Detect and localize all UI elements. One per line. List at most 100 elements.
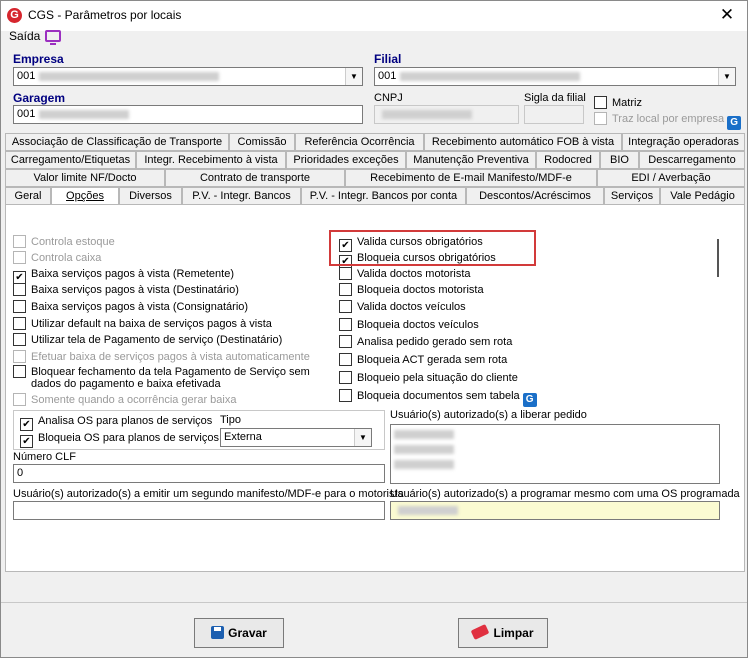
monitor-icon[interactable] (45, 30, 61, 45)
tab-integracao-operadoras[interactable]: Integração operadoras (622, 133, 745, 151)
bloqueia-doctos-motorista-checkbox[interactable]: Bloqueia doctos motorista (339, 283, 484, 297)
tab-manutencao[interactable]: Manutenção Preventiva (406, 151, 536, 169)
checkbox-box[interactable] (339, 353, 352, 366)
option-label: Bloqueia documentos sem tabela (357, 390, 520, 402)
checkbox-box[interactable] (13, 350, 26, 363)
controla-estoque-checkbox[interactable]: Controla estoque (13, 235, 115, 249)
tab-recebimento-fob[interactable]: Recebimento automático FOB à vista (424, 133, 622, 151)
tab-prioridades[interactable]: Prioridades exceções (286, 151, 406, 169)
checkbox-box[interactable] (13, 235, 26, 248)
numero-clf-input[interactable]: 0 (13, 464, 385, 483)
scrollbar-thumb[interactable] (717, 239, 719, 277)
baixa-consignatario-checkbox[interactable]: Baixa serviços pagos à vista (Consignatá… (13, 300, 248, 314)
tab-pv-bancos-conta[interactable]: P.V. - Integr. Bancos por conta (301, 187, 466, 205)
menu-saida[interactable]: Saída (9, 29, 40, 43)
usuarios-liberar-list[interactable] (390, 424, 720, 484)
segundo-manifesto-input[interactable] (13, 501, 385, 520)
g-help-icon[interactable]: G (522, 393, 537, 407)
baixa-remetente-checkbox[interactable]: ✔ Baixa serviços pagos à vista (Remetente… (13, 267, 234, 284)
tab-descarregamento[interactable]: Descarregamento (639, 151, 745, 169)
garagem-label: Garagem (13, 91, 66, 105)
checkbox-box[interactable] (13, 283, 26, 296)
traz-local-checkbox[interactable]: Traz local por empresa G (594, 112, 742, 130)
tab-contrato[interactable]: Contrato de transporte (165, 169, 345, 187)
checkmark-icon[interactable]: ✔ (20, 435, 33, 448)
option-label: Somente quando a ocorrência gerar baixa (31, 394, 237, 406)
floppy-disk-icon (211, 626, 225, 639)
tab-valor-limite[interactable]: Valor limite NF/Docto (5, 169, 165, 187)
checkbox-box[interactable] (339, 318, 352, 331)
option-label: Baixa serviços pagos à vista (Remetente) (31, 268, 234, 280)
tab-associacao[interactable]: Associação de Classificação de Transport… (5, 133, 229, 151)
tab-rodocred[interactable]: Rodocred (536, 151, 600, 169)
checkbox-box[interactable] (594, 112, 607, 125)
analisa-pedido-checkbox[interactable]: Analisa pedido gerado sem rota (339, 335, 512, 349)
bloquear-fechamento-checkbox[interactable]: Bloquear fechamento da tela Pagamento de… (13, 365, 310, 379)
redacted-entry (394, 430, 454, 439)
utilizar-tela-pagamento-checkbox[interactable]: Utilizar tela de Pagamento de serviço (D… (13, 333, 282, 347)
close-button[interactable]: ✕ (707, 1, 747, 31)
valida-doctos-veiculos-checkbox[interactable]: Valida doctos veículos (339, 300, 466, 314)
tab-referencia[interactable]: Referência Ocorrência (295, 133, 424, 151)
bloqueia-os-checkbox[interactable]: ✔ Bloqueia OS para planos de serviços (20, 431, 219, 448)
checkbox-box[interactable] (13, 333, 26, 346)
bloqueia-act-checkbox[interactable]: Bloqueia ACT gerada sem rota (339, 353, 507, 367)
tipo-select[interactable]: Externa ▼ (220, 428, 372, 447)
chevron-down-icon[interactable]: ▼ (718, 68, 735, 85)
checkmark-icon[interactable]: ✔ (20, 418, 33, 431)
checkbox-box[interactable] (339, 267, 352, 280)
bloqueia-doctos-veiculos-checkbox[interactable]: Bloqueia doctos veículos (339, 318, 479, 332)
checkbox-box[interactable] (594, 96, 607, 109)
tab-geral[interactable]: Geral (5, 187, 51, 205)
option-label: Baixa serviços pagos à vista (Consignatá… (31, 301, 249, 313)
programar-os-input[interactable] (390, 501, 720, 520)
checkbox-box[interactable] (339, 371, 352, 384)
checkbox-box[interactable] (13, 393, 26, 406)
filial-combo[interactable]: 001 ▼ (374, 67, 736, 86)
chevron-down-icon[interactable]: ▼ (354, 429, 371, 446)
app-logo-icon: G (7, 8, 22, 23)
option-label: Valida doctos motorista (357, 268, 471, 280)
gravar-button[interactable]: Gravar (194, 618, 284, 648)
matriz-label: Matriz (612, 97, 642, 109)
limpar-button[interactable]: Limpar (458, 618, 548, 648)
checkbox-box[interactable] (339, 335, 352, 348)
tipo-label: Tipo (220, 414, 241, 426)
checkbox-box[interactable] (13, 300, 26, 313)
option-label-line2: dados do pagamento e baixa efetivada (31, 378, 221, 390)
tab-bio[interactable]: BIO (600, 151, 639, 169)
tab-vale-pedagio[interactable]: Vale Pedágio (660, 187, 745, 205)
efetuar-baixa-checkbox[interactable]: Efetuar baixa de serviços pagos à vista … (13, 350, 310, 364)
checkbox-box[interactable] (13, 365, 26, 378)
tab-carregamento[interactable]: Carregamento/Etiquetas (5, 151, 136, 169)
vertical-scrollbar[interactable] (714, 227, 722, 403)
tab-recebimento-email[interactable]: Recebimento de E-mail Manifesto/MDF-e (345, 169, 597, 187)
checkbox-box[interactable] (13, 251, 26, 264)
utilizar-default-checkbox[interactable]: Utilizar default na baixa de serviços pa… (13, 317, 272, 331)
tab-servicos[interactable]: Serviços (604, 187, 660, 205)
option-label: Bloqueio pela situação do cliente (357, 372, 518, 384)
tab-comissao[interactable]: Comissão (229, 133, 295, 151)
valida-doctos-motorista-checkbox[interactable]: Valida doctos motorista (339, 267, 471, 281)
bloqueia-documentos-checkbox[interactable]: Bloqueia documentos sem tabela G (339, 389, 537, 407)
tab-diversos[interactable]: Diversos (119, 187, 182, 205)
matriz-checkbox[interactable]: Matriz (594, 96, 642, 110)
chevron-down-icon[interactable]: ▼ (345, 68, 362, 85)
checkbox-box[interactable] (339, 300, 352, 313)
checkbox-box[interactable] (13, 317, 26, 330)
bloqueio-situacao-checkbox[interactable]: Bloqueio pela situação do cliente (339, 371, 518, 385)
checkbox-box[interactable] (339, 283, 352, 296)
garagem-combo[interactable]: 001 (13, 105, 363, 124)
empresa-combo[interactable]: 001 ▼ (13, 67, 363, 86)
analisa-os-checkbox[interactable]: ✔ Analisa OS para planos de serviços (20, 414, 212, 431)
somente-ocorrencia-checkbox[interactable]: Somente quando a ocorrência gerar baixa (13, 393, 236, 407)
sigla-field (524, 105, 584, 124)
baixa-destinatario-checkbox[interactable]: Baixa serviços pagos à vista (Destinatár… (13, 283, 239, 297)
controla-caixa-checkbox[interactable]: Controla caixa (13, 251, 101, 265)
tab-edi-averbacao[interactable]: EDI / Averbação (597, 169, 745, 187)
tab-pv-bancos[interactable]: P.V. - Integr. Bancos (182, 187, 301, 205)
g-help-icon[interactable]: G (727, 116, 742, 130)
checkbox-box[interactable] (339, 389, 352, 402)
tab-descontos[interactable]: Descontos/Acréscimos (466, 187, 604, 205)
tab-integr-recebimento[interactable]: Integr. Recebimento à vista (136, 151, 286, 169)
